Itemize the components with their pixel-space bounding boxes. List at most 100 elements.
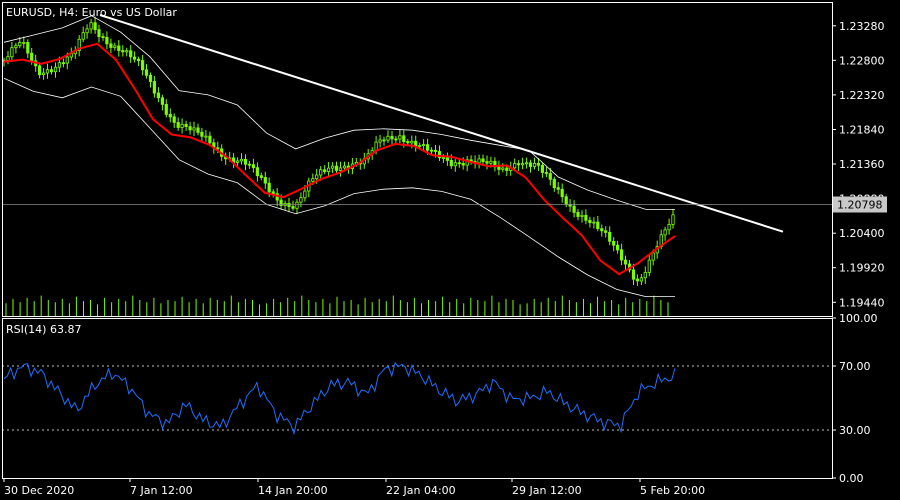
time-tick-label: 30 Dec 2020 — [4, 484, 74, 497]
candle-body — [287, 202, 291, 207]
candle-body — [291, 206, 295, 209]
candle-body — [49, 69, 54, 73]
candle-body — [525, 162, 529, 165]
candle-body — [592, 221, 596, 224]
candle-body — [497, 166, 501, 170]
candle-body — [623, 259, 628, 265]
candle-body — [101, 36, 105, 38]
candle-body — [239, 158, 244, 162]
candle-body — [180, 124, 184, 128]
candle-body — [311, 178, 315, 182]
price-tick-label: 1.21840 — [839, 124, 885, 137]
candle-body — [667, 223, 671, 231]
candle-body — [481, 158, 485, 162]
candle-body — [323, 169, 327, 173]
candle-body — [485, 161, 489, 164]
candle-body — [299, 197, 303, 203]
candle-body — [453, 162, 457, 167]
candle-body — [117, 45, 121, 52]
candle-body — [338, 167, 343, 171]
candle-body — [259, 175, 263, 178]
candle-body — [30, 52, 34, 62]
candle-body — [457, 162, 461, 165]
candle-body — [315, 174, 319, 180]
candle-body — [10, 47, 14, 58]
candle-body — [85, 28, 89, 34]
price-tick-label: 1.19920 — [839, 262, 885, 275]
candle-body — [204, 135, 208, 138]
candle-body — [425, 144, 430, 151]
candle-body — [588, 219, 592, 224]
candle-body — [196, 127, 200, 133]
candle-body — [109, 43, 113, 48]
candle-body — [560, 188, 564, 198]
candle-body — [144, 69, 149, 76]
trading-chart[interactable]: 1.232801.228001.223201.218401.213601.208… — [0, 0, 900, 500]
candle-body — [45, 69, 50, 74]
candle-body — [536, 162, 541, 166]
candle-body — [528, 162, 533, 167]
candle-body — [639, 277, 644, 282]
candle-body — [18, 42, 22, 47]
candle-body — [152, 81, 156, 94]
candle-body — [57, 62, 62, 68]
candle-body — [635, 278, 640, 282]
candle-body — [125, 50, 129, 53]
candle-body — [61, 62, 66, 65]
candle-body — [418, 145, 422, 147]
moving-average-line — [3, 42, 676, 276]
candle-body — [326, 167, 331, 172]
price-tick-label: 1.22800 — [839, 54, 885, 67]
candle-body — [160, 97, 164, 105]
candle-body — [572, 205, 576, 213]
candle-body — [26, 42, 30, 54]
candle-body — [596, 221, 600, 230]
candle-body — [386, 135, 390, 141]
candle-body — [433, 149, 438, 152]
candle-body — [544, 172, 549, 174]
rsi-pane[interactable] — [2, 361, 832, 436]
candle-body — [540, 164, 545, 173]
candle-body — [184, 124, 188, 128]
bollinger-lower-band — [3, 77, 675, 298]
candle-body — [584, 214, 588, 221]
chart-title: EURUSD, H4: Euro vs US Dollar — [6, 6, 177, 19]
rsi-tick-label: 100.00 — [839, 312, 878, 325]
price-tick-label: 1.21360 — [839, 158, 885, 171]
candle-body — [406, 141, 410, 144]
candle-body — [251, 164, 255, 169]
candle-body — [342, 165, 347, 169]
candle-body — [148, 74, 153, 82]
price-tick-label: 1.23280 — [839, 20, 885, 33]
candle-body — [445, 157, 450, 161]
candle-body — [22, 42, 26, 44]
candle-body — [608, 231, 612, 242]
price-pane[interactable] — [2, 14, 832, 316]
candle-body — [612, 240, 616, 246]
candle-body — [429, 149, 434, 152]
candle-body — [97, 29, 101, 38]
candle-body — [580, 214, 584, 217]
rsi-label: RSI(14) 63.87 — [6, 323, 81, 336]
candle-body — [402, 135, 406, 143]
time-tick-label: 7 Jan 12:00 — [130, 484, 193, 497]
candle-body — [113, 45, 117, 48]
candle-body — [271, 191, 275, 195]
candle-body — [168, 114, 172, 118]
candle-body — [38, 65, 42, 76]
candle-body — [172, 116, 176, 123]
candle-body — [505, 167, 509, 171]
candle-body — [421, 144, 426, 147]
candle-body — [295, 201, 299, 209]
candle-body — [477, 158, 481, 164]
rsi-line — [3, 361, 676, 436]
rsi-tick-label: 0.00 — [839, 472, 864, 485]
candle-body — [121, 50, 125, 53]
candle-body — [188, 126, 192, 131]
candle-body — [319, 169, 323, 176]
candle-body — [65, 56, 69, 64]
price-tick-label: 1.20400 — [839, 227, 885, 240]
candle-body — [93, 22, 97, 31]
candle-body — [81, 32, 85, 40]
time-tick-label: 5 Feb 20:00 — [640, 484, 705, 497]
